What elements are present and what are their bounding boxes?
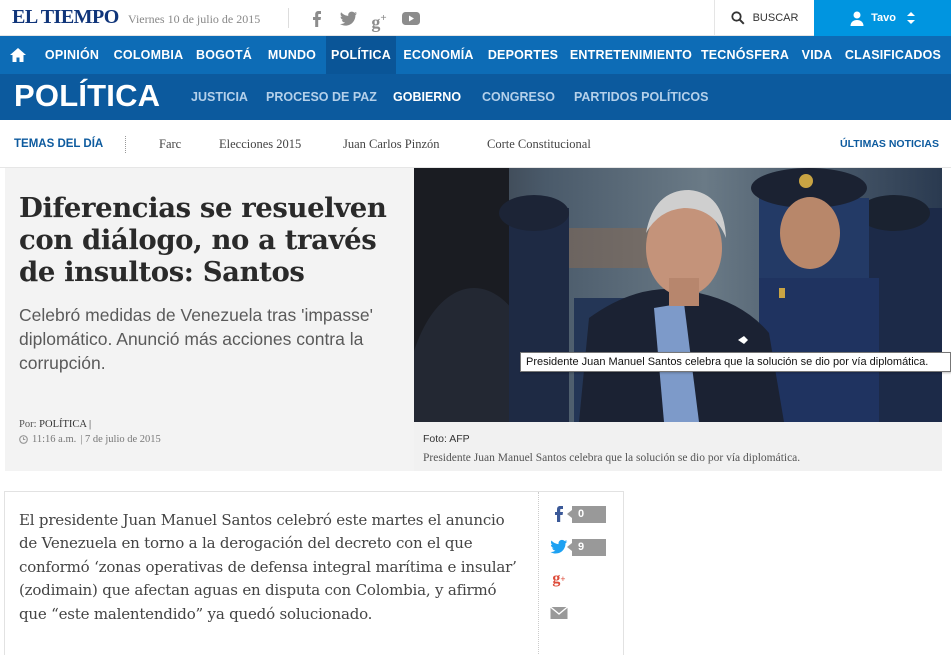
facebook-share-count: 0 xyxy=(567,505,606,523)
article-summary: Celebró medidas de Venezuela tras 'impas… xyxy=(19,305,373,373)
nav-item-colombia[interactable]: COLOMBIA xyxy=(107,36,190,74)
email-share[interactable] xyxy=(550,604,568,622)
user-icon xyxy=(850,11,864,26)
photo-caption-area: Foto: AFP Presidente Juan Manuel Santos … xyxy=(414,422,942,471)
byline-prefix: Por: xyxy=(19,419,37,430)
topic-link[interactable]: Juan Carlos Pinzón xyxy=(343,137,440,152)
search-icon xyxy=(730,11,745,25)
subnav-partidos-politicos[interactable]: PARTIDOS POLÍTICOS xyxy=(574,90,709,104)
email-icon[interactable] xyxy=(550,604,568,622)
search-button[interactable]: BUSCAR xyxy=(714,0,814,36)
trending-label: TEMAS DEL DÍA xyxy=(14,138,104,150)
publish-time: 11:16 a.m. xyxy=(32,434,77,445)
nav-item-vida[interactable]: VIDA xyxy=(793,36,841,74)
nav-item-entretenimiento[interactable]: ENTRETENIMIENTO xyxy=(565,36,697,74)
byline-section[interactable]: POLÍTICA | xyxy=(39,419,91,430)
googleplus-icon[interactable]: g+ xyxy=(550,570,568,588)
section-header: POLÍTICA JUSTICIA PROCESO DE PAZ GOBIERN… xyxy=(0,74,951,120)
publish-date: | 7 de julio de 2015 xyxy=(80,434,161,445)
nav-item-bogota[interactable]: BOGOTÁ xyxy=(190,36,258,74)
home-icon[interactable] xyxy=(0,36,36,74)
hero-article: Diferencias se resuelven con diálogo, no… xyxy=(5,168,942,471)
nav-item-tecnosfera[interactable]: TECNÓSFERA xyxy=(697,36,793,74)
subnav-gobierno[interactable]: GOBIERNO xyxy=(393,90,461,104)
facebook-icon[interactable] xyxy=(550,505,568,523)
site-logo[interactable]: EL TIEMPO xyxy=(12,6,119,29)
photo-caption: Presidente Juan Manuel Santos celebra qu… xyxy=(423,452,801,464)
nav-item-opinion[interactable]: OPINIÓN xyxy=(37,36,107,74)
nav-item-mundo[interactable]: MUNDO xyxy=(258,36,326,74)
twitter-icon[interactable] xyxy=(550,538,568,556)
facebook-icon[interactable] xyxy=(306,7,328,29)
twitter-share[interactable]: 9 xyxy=(550,538,606,556)
nav-item-clasificados[interactable]: CLASIFICADOS xyxy=(841,36,945,74)
article-headline: Diferencias se resuelven con diálogo, no… xyxy=(19,192,387,288)
subnav-justicia[interactable]: JUSTICIA xyxy=(191,90,248,104)
current-date: Viernes 10 de julio de 2015 xyxy=(128,12,261,26)
subnav-congreso[interactable]: CONGRESO xyxy=(482,90,555,104)
divider xyxy=(538,492,539,655)
chevron-updown-icon xyxy=(906,12,915,24)
article-photo[interactable] xyxy=(414,168,942,422)
googleplus-share[interactable]: g + xyxy=(550,570,568,588)
photo-tooltip: Presidente Juan Manuel Santos celebra qu… xyxy=(520,352,951,372)
latest-news-link[interactable]: ÚLTIMAS NOTICIAS xyxy=(840,138,939,150)
nav-item-economia[interactable]: ECONOMÍA xyxy=(396,36,481,74)
nav-item-deportes[interactable]: DEPORTES xyxy=(481,36,565,74)
byline: Por: POLÍTICA | xyxy=(19,419,91,430)
twitter-share-count: 9 xyxy=(567,538,606,556)
nav-item-politica[interactable]: POLÍTICA xyxy=(326,36,396,74)
main-nav: OPINIÓN COLOMBIA BOGOTÁ MUNDO POLÍTICA E… xyxy=(0,36,951,74)
topic-link[interactable]: Elecciones 2015 xyxy=(219,137,301,152)
search-label: BUSCAR xyxy=(752,12,799,24)
topic-link[interactable]: Corte Constitucional xyxy=(487,137,591,152)
article-body-panel: El presidente Juan Manuel Santos celebró… xyxy=(4,491,624,655)
photo-credit: Foto: AFP xyxy=(423,433,470,445)
twitter-icon[interactable] xyxy=(337,7,359,29)
divider xyxy=(125,136,126,153)
googleplus-icon[interactable]: g+ xyxy=(368,7,390,32)
section-title[interactable]: POLÍTICA xyxy=(14,78,160,114)
clock-icon xyxy=(19,435,28,444)
trending-topics-bar: TEMAS DEL DÍA Farc Elecciones 2015 Juan … xyxy=(0,120,951,168)
top-bar: EL TIEMPO Viernes 10 de julio de 2015 g+… xyxy=(0,0,951,36)
user-account-button[interactable]: Tavo xyxy=(814,0,951,36)
subnav-proceso-de-paz[interactable]: PROCESO DE PAZ xyxy=(266,90,377,104)
youtube-icon[interactable] xyxy=(400,7,422,29)
facebook-share[interactable]: 0 xyxy=(550,505,606,523)
topic-link[interactable]: Farc xyxy=(159,137,181,152)
article-body: El presidente Juan Manuel Santos celebró… xyxy=(19,511,517,623)
divider xyxy=(288,8,289,28)
timestamp: 11:16 a.m. | 7 de julio de 2015 xyxy=(19,434,161,445)
user-name: Tavo xyxy=(871,12,896,24)
